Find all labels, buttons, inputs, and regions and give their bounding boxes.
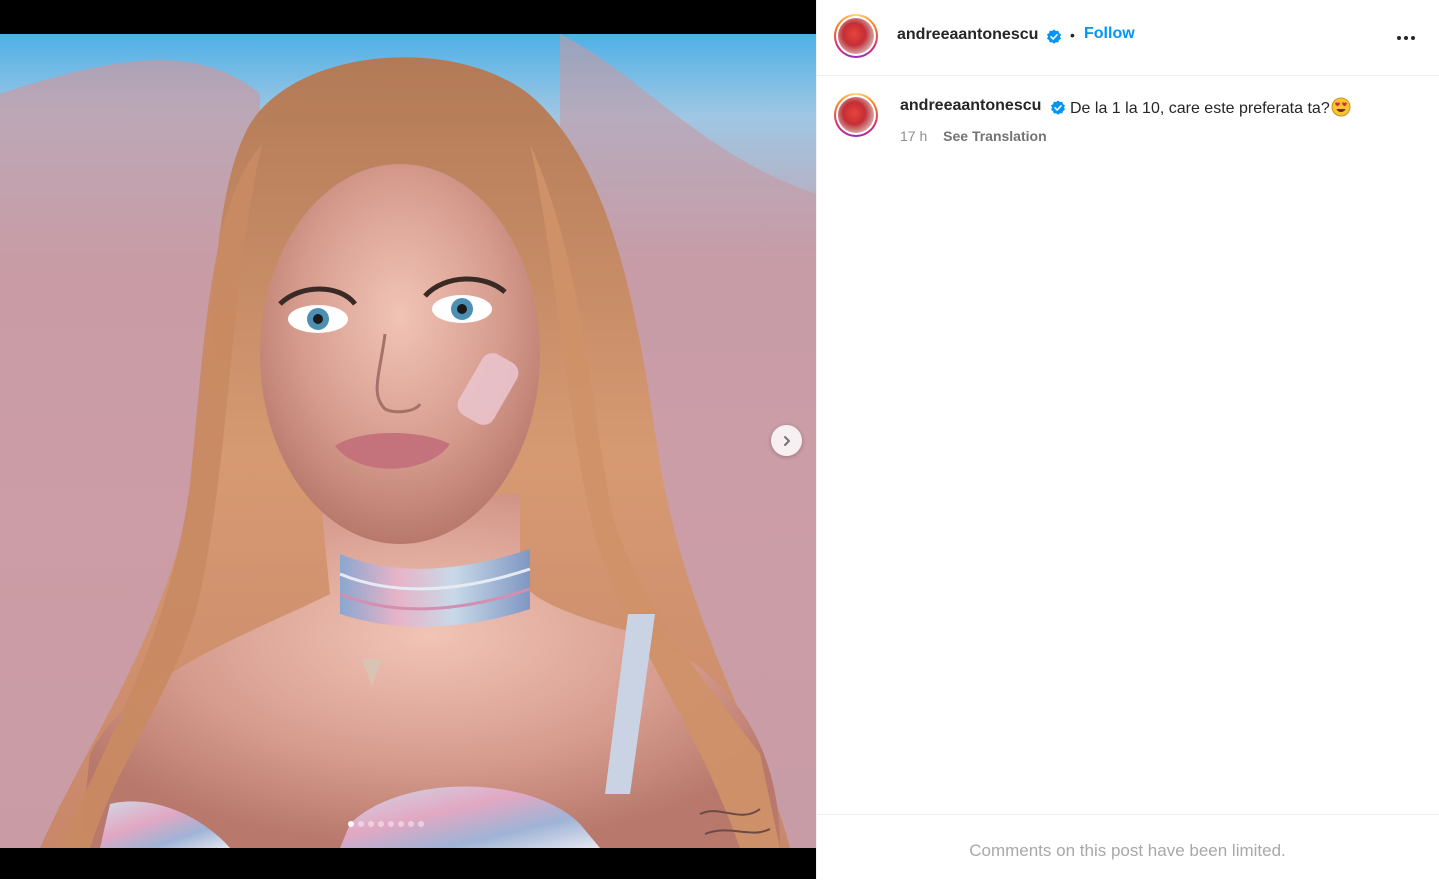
caption-text: De la 1 la 10, care este preferata ta? (1070, 100, 1330, 117)
carousel-dot (388, 821, 394, 827)
carousel-dots (348, 821, 424, 829)
more-options-icon (1397, 36, 1415, 40)
verified-badge-icon (1047, 29, 1061, 44)
carousel-dot (398, 821, 404, 827)
post-header: andreeaantonescu • Follow (816, 0, 1439, 76)
chevron-right-icon (783, 435, 790, 446)
heart-eyes-emoji-icon (1331, 97, 1351, 117)
carousel-dot (408, 821, 414, 827)
more-options-button[interactable] (1394, 26, 1418, 50)
post-details-pane: andreeaantonescu • Follow andreeaantones… (816, 0, 1439, 879)
post-image[interactable] (0, 34, 816, 848)
post-timestamp[interactable]: 17 h (900, 128, 927, 144)
carousel-dot (368, 821, 374, 827)
media-pane (0, 0, 816, 879)
carousel-next-button[interactable] (771, 425, 802, 456)
caption-meta: 17 h See Translation (900, 128, 1047, 144)
header-username[interactable]: andreeaantonescu (897, 26, 1038, 44)
avatar-image (838, 18, 874, 54)
carousel-dot (418, 821, 424, 827)
carousel-dot (358, 821, 364, 827)
verified-badge-icon (1051, 100, 1065, 115)
separator-dot: • (1070, 27, 1075, 43)
carousel-dot (348, 821, 354, 827)
see-translation-button[interactable]: See Translation (943, 128, 1046, 144)
comments-section: Comments on this post have been limited. (816, 814, 1439, 880)
avatar-image (838, 97, 874, 133)
follow-button[interactable]: Follow (1084, 25, 1135, 43)
divider (816, 0, 817, 879)
avatar[interactable] (834, 14, 878, 58)
caption-avatar[interactable] (834, 93, 878, 137)
carousel-dot (378, 821, 384, 827)
comments-limited-notice: Comments on this post have been limited. (969, 840, 1286, 860)
post-illustration (0, 34, 816, 848)
caption: De la 1 la 10, care este preferata ta? (1070, 97, 1351, 118)
caption-username[interactable]: andreeaantonescu (900, 97, 1041, 115)
